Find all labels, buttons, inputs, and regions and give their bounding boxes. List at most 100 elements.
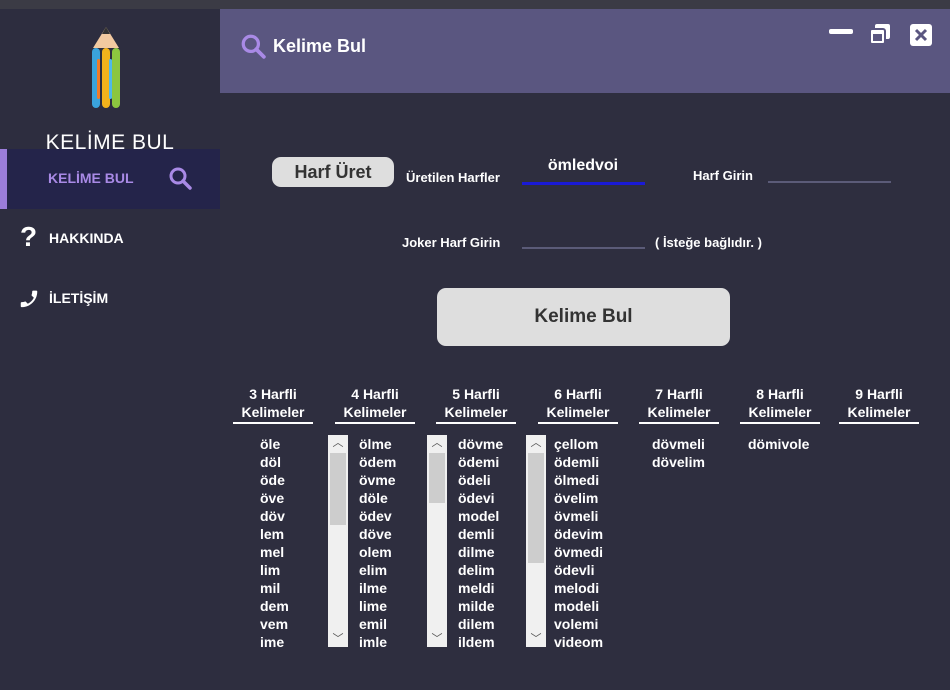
column-header-line: Kelimeler [444,404,508,420]
chevron-up-icon[interactable]: ︿ [526,435,546,451]
list-item: ödev [359,508,392,524]
sidebar-item-iletisim[interactable]: İLETİŞİM [0,269,220,329]
list-item: dövme [458,436,504,452]
column-header-5: 5 Harfli Kelimeler [436,385,516,424]
question-icon: ? [20,221,38,252]
column-header-underline [639,422,719,424]
column-header-line: 4 Harfli [351,386,399,402]
list-item: lime [359,598,388,614]
column-header-underline [233,422,313,424]
scrollbar-thumb[interactable] [330,453,346,525]
scrollbar-4[interactable]: ︿ ﹀ [328,435,348,647]
sidebar-item-hakkinda[interactable]: ? HAKKINDA [0,209,220,269]
list-item: dilme [458,544,495,560]
list-item: döve [359,526,392,542]
word-list-4[interactable]: ölme ödem övme döle ödev döve olem elim … [359,435,396,651]
search-icon [169,167,192,190]
main-content: Harf Üret Üretilen Harfler ömledvoi Harf… [220,93,950,690]
column-header-3: 3 Harfli Kelimeler [233,385,313,424]
list-item: lem [260,526,285,542]
chevron-up-icon[interactable]: ︿ [427,435,447,451]
column-header-underline [538,422,618,424]
list-item: ölmedi [554,472,600,488]
column-header-line: Kelimeler [647,404,711,420]
generated-letters-field[interactable]: ömledvoi [522,157,644,183]
chevron-up-icon[interactable]: ︿ [328,435,348,451]
list-item: ödem [359,454,397,470]
list-item: emil [359,616,388,632]
column-header-line: 9 Harfli [855,386,903,402]
find-words-button[interactable]: Kelime Bul [437,288,730,346]
scrollbar-5[interactable]: ︿ ﹀ [427,435,447,647]
scrollbar-thumb[interactable] [429,453,445,503]
sidebar-item-kelime-bul[interactable]: KELİME BUL [0,149,220,209]
column-header-7: 7 Harfli Kelimeler [639,385,719,424]
chevron-down-icon[interactable]: ﹀ [526,631,546,647]
generated-letters-underline [522,182,645,185]
list-item: ildem [458,634,495,650]
list-item: vem [260,616,289,632]
minimize-icon[interactable] [829,29,853,34]
list-item: övmedi [554,544,604,560]
list-item: imle [359,634,388,650]
word-list-5[interactable]: dövme ödemi ödeli ödevi model demli dilm… [458,435,503,651]
list-item: övmeli [554,508,599,524]
column-header-line: 6 Harfli [554,386,602,402]
column-header-9: 9 Harfli Kelimeler [839,385,919,424]
phone-icon [20,290,38,308]
column-header-underline [740,422,820,424]
column-header-line: Kelimeler [343,404,407,420]
list-item: ölme [359,436,392,452]
column-header-line: 8 Harfli [756,386,804,402]
column-header-line: Kelimeler [748,404,812,420]
column-header-6: 6 Harfli Kelimeler [538,385,618,424]
list-item: ime [260,634,285,650]
joker-letter-underline [522,247,645,249]
list-item: öde [260,472,285,488]
list-item: çellom [554,436,599,452]
joker-letter-label: Joker Harf Girin [402,235,501,250]
list-item: övme [359,472,396,488]
list-item: övelim [554,490,599,506]
word-list-7[interactable]: dövmeli dövelim [652,435,705,471]
chevron-down-icon[interactable]: ﹀ [427,631,447,647]
letter-input[interactable] [768,157,890,181]
list-item: ödemi [458,454,500,470]
chevron-down-icon[interactable]: ﹀ [328,631,348,647]
active-indicator [0,149,7,209]
scrollbar-thumb[interactable] [528,453,544,563]
joker-letter-input[interactable] [522,223,644,247]
list-item: demli [458,526,495,542]
column-header-4: 4 Harfli Kelimeler [335,385,415,424]
list-item: döle [359,490,388,506]
column-header-8: 8 Harfli Kelimeler [740,385,820,424]
word-list-6[interactable]: çellom ödemli ölmedi övelim övmeli ödevi… [554,435,603,651]
list-item: dövelim [652,454,705,470]
list-item: dem [260,598,289,614]
list-item: dövmeli [652,436,705,452]
list-item: mil [260,580,281,596]
column-header-line: Kelimeler [241,404,305,420]
close-icon[interactable] [909,23,933,47]
list-item: elim [359,562,388,578]
sidebar-item-label: HAKKINDA [49,230,124,246]
list-item: döv [260,508,285,524]
window-top-strip [0,0,950,9]
list-item: ödemli [554,454,600,470]
list-item: öle [260,436,281,452]
sidebar-item-label: KELİME BUL [48,170,134,186]
list-item: melodi [554,580,600,596]
scrollbar-6[interactable]: ︿ ﹀ [526,435,546,647]
word-list-3[interactable]: öle döl öde öve döv lem mel lim mil dem … [260,435,289,651]
list-item: ödevim [554,526,604,542]
column-header-underline [436,422,516,424]
list-item: dilem [458,616,495,632]
restore-icon[interactable] [868,22,892,46]
word-list-8[interactable]: dömivole [748,435,809,453]
list-item: ödeli [458,472,491,488]
column-header-line: Kelimeler [546,404,610,420]
word-list-9[interactable] [848,435,928,453]
list-item: ödevi [458,490,495,506]
sidebar: KELİME BUL KELİME BUL ? HAKKINDA İLETİŞİ… [0,9,220,690]
generate-letters-button[interactable]: Harf Üret [272,157,394,187]
